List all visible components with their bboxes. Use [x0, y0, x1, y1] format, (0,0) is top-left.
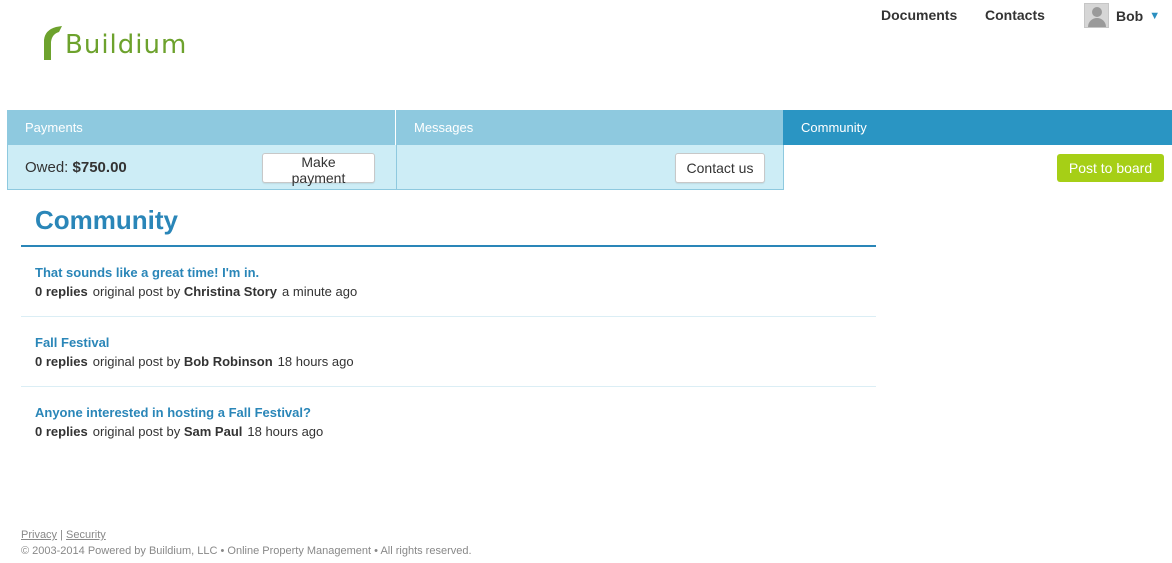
privacy-link[interactable]: Privacy — [21, 529, 57, 541]
post-author: Sam Paul — [183, 424, 243, 439]
post-title-link[interactable]: That sounds like a great time! I'm in. — [35, 265, 259, 280]
post-title-link[interactable]: Fall Festival — [35, 335, 109, 350]
buildium-logo-icon — [44, 26, 62, 60]
post-by-label: original post by — [92, 284, 181, 299]
main-tabs: Payments Messages Community — [7, 110, 1172, 145]
post-time: a minute ago — [282, 284, 358, 299]
copyright-text: © 2003-2014 Powered by Buildium, LLC • O… — [21, 545, 472, 557]
post-by-label: original post by — [92, 354, 181, 369]
user-menu[interactable]: Bob ▼ — [1084, 3, 1160, 28]
tab-messages[interactable]: Messages — [396, 110, 783, 145]
make-payment-button[interactable]: Make payment — [262, 153, 375, 186]
post-author: Christina Story — [183, 284, 278, 299]
post-time: 18 hours ago — [277, 354, 354, 369]
nav-contacts-link[interactable]: Contacts — [985, 7, 1045, 23]
reply-count: 0 replies — [35, 424, 88, 439]
page-title: Community — [35, 205, 178, 235]
footer-separator: | — [60, 529, 63, 541]
post-author: Bob Robinson — [183, 354, 273, 369]
reply-count: 0 replies — [35, 354, 88, 369]
user-name: Bob — [1116, 7, 1144, 24]
tab-community[interactable]: Community — [783, 110, 1172, 145]
logo-text: Buildium — [65, 30, 188, 60]
owed-amount: Owed: $750.00 — [25, 159, 127, 176]
list-item: Anyone interested in hosting a Fall Fest… — [21, 387, 876, 457]
post-meta: 0 replies original post by Bob Robinson 18… — [35, 354, 354, 369]
post-meta: 0 replies original post by Christina Stor… — [35, 284, 357, 299]
owed-value: $750.00 — [72, 159, 127, 176]
logo[interactable]: Buildium — [42, 26, 187, 60]
security-link[interactable]: Security — [66, 529, 106, 541]
post-by-label: original post by — [92, 424, 181, 439]
nav-documents-link[interactable]: Documents — [881, 7, 957, 23]
post-title-link[interactable]: Anyone interested in hosting a Fall Fest… — [35, 405, 311, 420]
list-item: That sounds like a great time! I'm in. 0… — [21, 247, 876, 317]
owed-label: Owed: — [25, 159, 69, 176]
avatar — [1084, 3, 1109, 28]
contact-us-button[interactable]: Contact us — [675, 153, 765, 183]
divider — [396, 145, 397, 189]
chevron-down-icon: ▼ — [1149, 9, 1161, 22]
tab-summary-bar: Owed: $750.00 Make payment Contact us — [7, 145, 784, 190]
post-to-board-button[interactable]: Post to board — [1057, 154, 1164, 182]
reply-count: 0 replies — [35, 284, 88, 299]
list-item: Fall Festival 0 replies original post by … — [21, 317, 876, 387]
footer-links: Privacy | Security — [21, 529, 106, 541]
post-time: 18 hours ago — [247, 424, 324, 439]
tab-payments[interactable]: Payments — [7, 110, 396, 145]
post-meta: 0 replies original post by Sam Paul 18 hou… — [35, 424, 323, 439]
